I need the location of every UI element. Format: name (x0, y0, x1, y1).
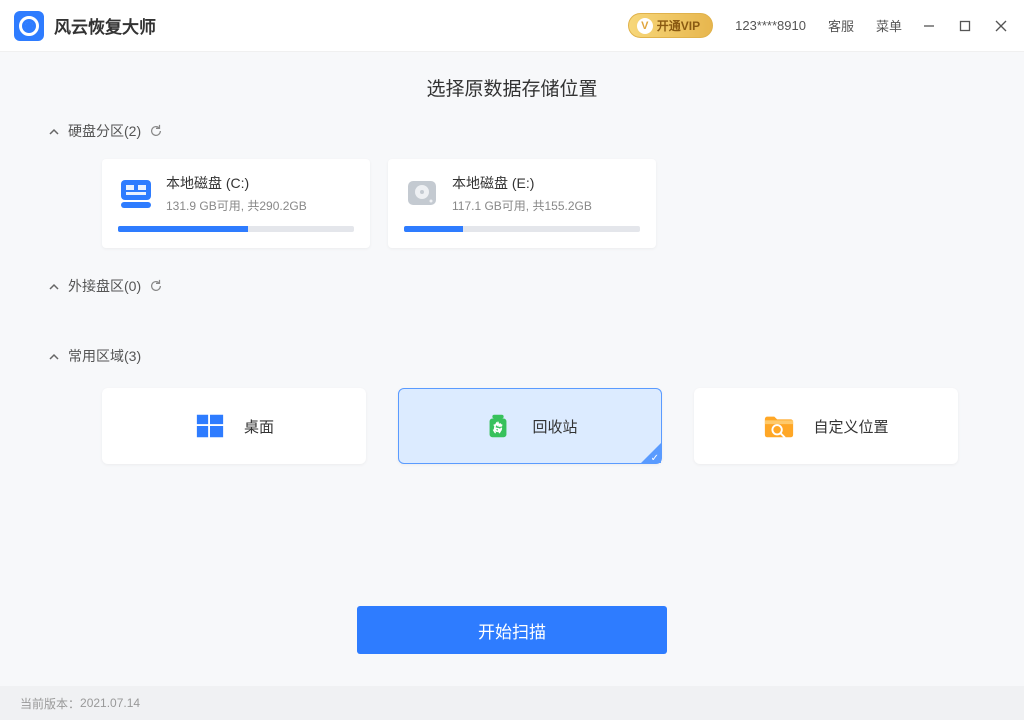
common-card-recyclebin[interactable]: 回收站 (398, 388, 662, 464)
internal-disk-icon (118, 175, 154, 211)
refresh-icon[interactable] (149, 279, 163, 293)
section-title-disks: 硬盘分区(2) (68, 121, 141, 141)
common-label: 自定义位置 (813, 416, 888, 437)
maximize-icon[interactable] (956, 17, 974, 35)
minimize-icon[interactable] (920, 17, 938, 35)
external-disk-icon (404, 175, 440, 211)
start-scan-button[interactable]: 开始扫描 (357, 606, 667, 654)
section-common-areas: 常用区域(3) 桌面 (0, 346, 1024, 464)
page-title: 选择原数据存储位置 (0, 74, 1024, 101)
section-title-common: 常用区域(3) (68, 346, 141, 366)
disk-card-e[interactable]: 本地磁盘 (E:) 117.1 GB可用, 共155.2GB (388, 159, 656, 248)
disk-usage-bar (118, 226, 354, 232)
chevron-up-icon (48, 280, 60, 292)
disk-name: 本地磁盘 (E:) (452, 173, 592, 193)
recycle-bin-icon (482, 410, 514, 442)
close-icon[interactable] (992, 17, 1010, 35)
section-external-disks: 外接盘区(0) (0, 276, 1024, 296)
disk-name: 本地磁盘 (C:) (166, 173, 307, 193)
disk-card-c[interactable]: 本地磁盘 (C:) 131.9 GB可用, 共290.2GB (102, 159, 370, 248)
support-link[interactable]: 客服 (828, 16, 854, 35)
common-label: 回收站 (532, 416, 577, 437)
chevron-up-icon (48, 350, 60, 362)
disk-list: 本地磁盘 (C:) 131.9 GB可用, 共290.2GB (48, 159, 976, 248)
common-areas-list: 桌面 (48, 388, 976, 464)
disk-usage-fill (118, 226, 248, 232)
windows-icon (194, 410, 226, 442)
vip-label: 开通VIP (657, 17, 700, 34)
common-label: 桌面 (244, 416, 274, 437)
section-disk-partitions: 硬盘分区(2) 本地磁盘 (C:) 131.9 G (0, 121, 1024, 248)
refresh-icon[interactable] (149, 124, 163, 138)
section-title-external: 外接盘区(0) (68, 276, 141, 296)
vip-badge-icon: V (637, 18, 653, 34)
section-header-disks[interactable]: 硬盘分区(2) (48, 121, 976, 141)
disk-usage-fill (404, 226, 463, 232)
scan-button-wrap: 开始扫描 (0, 606, 1024, 654)
app-logo (14, 11, 44, 41)
section-header-common[interactable]: 常用区域(3) (48, 346, 976, 366)
menu-link[interactable]: 菜单 (876, 16, 902, 35)
version-value: 2021.07.14 (80, 696, 140, 710)
titlebar: 风云恢复大师 V 开通VIP 123****8910 客服 菜单 (0, 0, 1024, 52)
app-title: 风云恢复大师 (54, 13, 156, 38)
disk-sub: 131.9 GB可用, 共290.2GB (166, 197, 307, 214)
folder-search-icon (763, 410, 795, 442)
common-card-custom[interactable]: 自定义位置 (694, 388, 958, 464)
account-label[interactable]: 123****8910 (735, 18, 806, 33)
common-card-desktop[interactable]: 桌面 (102, 388, 366, 464)
footer: 当前版本： 2021.07.14 (0, 686, 1024, 720)
open-vip-button[interactable]: V 开通VIP (628, 13, 713, 38)
chevron-up-icon (48, 125, 60, 137)
version-label: 当前版本： (20, 695, 80, 712)
section-header-external[interactable]: 外接盘区(0) (48, 276, 976, 296)
disk-sub: 117.1 GB可用, 共155.2GB (452, 197, 592, 214)
disk-usage-bar (404, 226, 640, 232)
